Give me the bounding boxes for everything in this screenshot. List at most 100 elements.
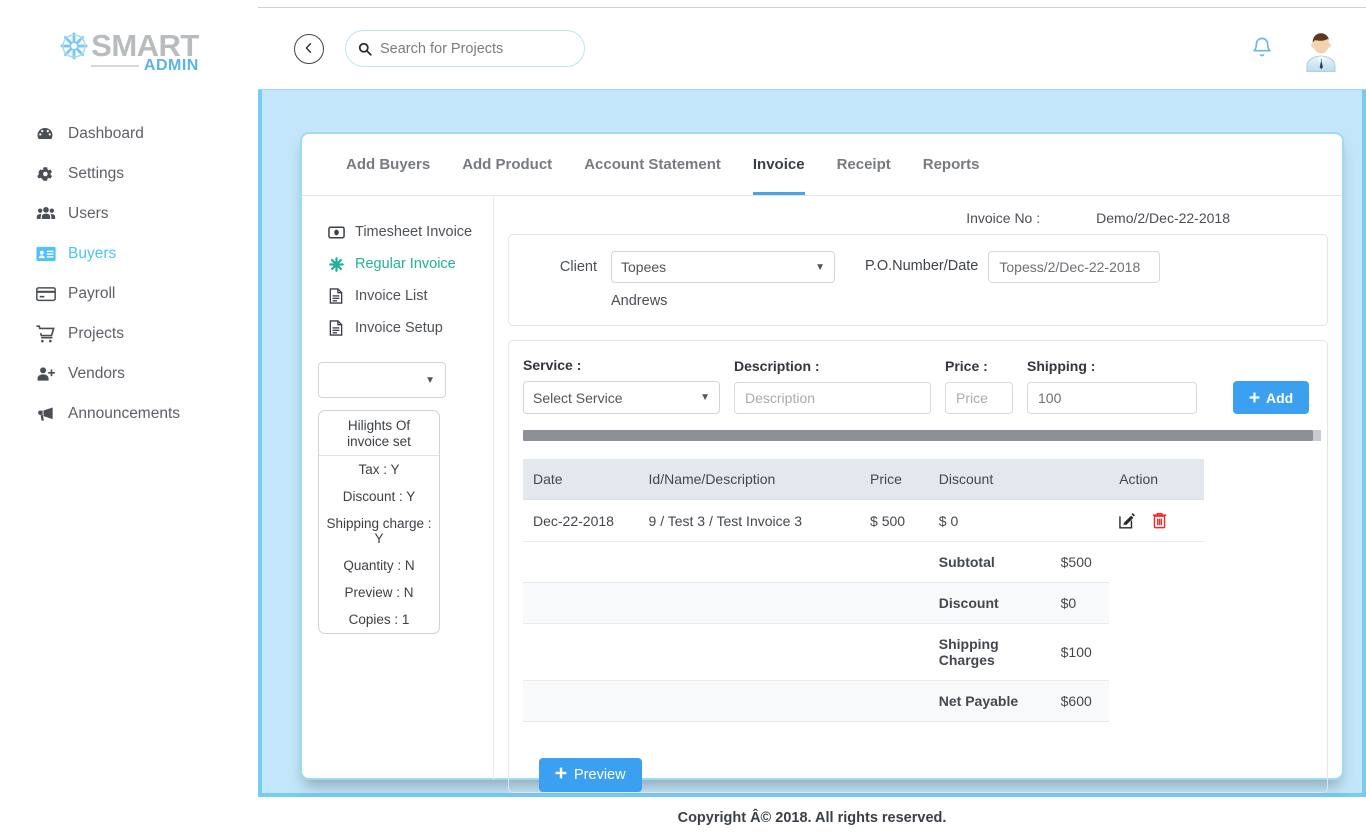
topbar	[258, 7, 1366, 90]
copyright-text: Copyright Â© 2018. All rights reserved.	[677, 809, 947, 826]
price-input[interactable]	[945, 382, 1013, 414]
sidebar-item-label: Users	[68, 205, 109, 222]
cell-date: Dec-22-2018	[523, 499, 639, 542]
search-box[interactable]	[345, 30, 585, 67]
trash-icon[interactable]	[1152, 512, 1167, 529]
sidebar-item-dashboard[interactable]: Dashboard	[0, 114, 258, 154]
sidebar-item-label: Vendors	[68, 365, 125, 382]
discount-label: Discount	[928, 582, 1051, 624]
column-spacer	[1050, 459, 1110, 500]
sidebar-item-label: Announcements	[68, 405, 181, 422]
inner-nav-label: Invoice Setup	[355, 320, 443, 336]
tab-add-product[interactable]: Add Product	[462, 156, 552, 195]
search-input[interactable]	[378, 39, 572, 58]
user-plus-icon	[36, 365, 62, 383]
sidebar-item-label: Buyers	[68, 245, 117, 262]
plus-icon	[1249, 390, 1260, 406]
empty-cell	[860, 623, 929, 681]
sidebar-nav: Dashboard Settings Users Buyers Payroll …	[0, 114, 258, 434]
preview-button[interactable]: Preview	[539, 758, 642, 792]
users-icon	[36, 205, 62, 223]
sidebar-item-label: Dashboard	[68, 125, 144, 142]
invoice-items-table: Date Id/Name/Description Price Discount …	[523, 459, 1204, 722]
preview-button-label: Preview	[574, 767, 626, 783]
sidebar-item-users[interactable]: Users	[0, 194, 258, 234]
empty-cell	[638, 582, 861, 624]
sidebar-item-announcements[interactable]: Announcements	[0, 394, 258, 434]
sidebar-item-label: Payroll	[68, 285, 116, 302]
sidebar-item-payroll[interactable]: Payroll	[0, 274, 258, 314]
invoice-highlights-box: Hilights Of invoice set Tax : Y Discount…	[318, 410, 440, 635]
subtotal-label: Subtotal	[928, 541, 1051, 583]
shipping-label: Shipping :	[1027, 358, 1096, 374]
tab-reports[interactable]: Reports	[923, 156, 980, 195]
column-date: Date	[523, 459, 639, 500]
column-price: Price	[860, 459, 929, 500]
tab-invoice[interactable]: Invoice	[752, 156, 805, 195]
description-label: Description :	[734, 358, 820, 374]
tab-account-statement[interactable]: Account Statement	[584, 156, 721, 195]
inner-nav-regular-invoice[interactable]: Regular Invoice	[314, 248, 493, 280]
highlight-quantity: Quantity : N	[343, 558, 415, 574]
shipping-charges-label: Shipping Charges	[928, 623, 1051, 681]
inner-nav-label: Invoice List	[355, 288, 428, 304]
shipping-charges-value: $100	[1050, 623, 1110, 681]
invoice-set-select[interactable]: ▼	[318, 362, 446, 398]
empty-cell	[638, 541, 861, 583]
empty-cell	[1109, 680, 1204, 722]
horizontal-scrollbar[interactable]	[523, 430, 1321, 441]
client-select[interactable]: Topees ▼	[611, 251, 835, 283]
inner-nav-invoice-setup[interactable]: Invoice Setup	[314, 312, 493, 344]
tab-add-buyers[interactable]: Add Buyers	[346, 156, 430, 195]
tab-receipt[interactable]: Receipt	[837, 156, 891, 195]
add-button[interactable]: Add	[1233, 381, 1310, 414]
invoice-highlights-title: Hilights Of invoice set	[319, 411, 439, 457]
sidebar-collapse-button[interactable]	[294, 33, 324, 64]
bell-icon[interactable]	[1250, 36, 1274, 62]
file-text-icon	[326, 288, 346, 304]
edit-pencil-icon[interactable]	[1119, 512, 1136, 529]
caret-down-icon: ▼	[425, 374, 435, 386]
shipping-input[interactable]	[1027, 382, 1197, 414]
cell-price: $ 500	[860, 499, 929, 542]
sidebar: SMART ADMIN Dashboard Settings Users Buy…	[0, 0, 258, 838]
topbar-actions	[1250, 26, 1344, 72]
brand-logo[interactable]: SMART ADMIN	[0, 0, 258, 92]
sidebar-item-label: Settings	[68, 165, 125, 182]
po-number-label: P.O.Number/Date	[865, 258, 979, 274]
empty-cell	[1109, 624, 1204, 681]
totals-row-shipping: Shipping Charges $100	[523, 623, 1204, 681]
price-field: Price :	[945, 358, 1013, 414]
dashboard-icon	[36, 125, 62, 143]
client-block: Client Topees ▼ Andrews P.O.Number/Date	[508, 234, 1328, 326]
empty-cell	[860, 582, 929, 624]
caret-down-icon: ▼	[815, 261, 825, 273]
service-select[interactable]: Select Service ▼	[523, 381, 720, 414]
sidebar-item-projects[interactable]: Projects	[0, 314, 258, 354]
sidebar-item-vendors[interactable]: Vendors	[0, 354, 258, 394]
description-input[interactable]	[734, 382, 931, 414]
sidebar-item-settings[interactable]: Settings	[0, 154, 258, 194]
panel-body: Timesheet Invoice Regular Invoice Invoic…	[302, 196, 1342, 793]
client-select-value: Topees	[621, 259, 667, 275]
highlight-tax: Tax : Y	[358, 462, 400, 478]
service-label: Service :	[523, 357, 582, 373]
empty-cell	[523, 623, 639, 681]
discount-value: $0	[1050, 582, 1110, 624]
service-select-value: Select Service	[533, 389, 623, 406]
totals-row-discount: Discount $0	[523, 582, 1204, 624]
price-label: Price :	[945, 358, 988, 374]
po-number-input[interactable]	[988, 251, 1161, 283]
avatar[interactable]	[1298, 26, 1344, 72]
invoice-panel: Add Buyers Add Product Account Statement…	[300, 132, 1344, 793]
credit-card-icon	[36, 286, 62, 302]
id-card-icon	[36, 246, 62, 262]
highlight-discount: Discount : Y	[342, 489, 416, 505]
plus-icon	[555, 767, 567, 783]
invoice-number-row: Invoice No : Demo/2/Dec-22-2018	[508, 210, 1328, 226]
inner-nav-timesheet-invoice[interactable]: Timesheet Invoice	[314, 216, 493, 248]
gear-icon	[36, 165, 62, 183]
table-row[interactable]: Dec-22-2018 9 / Test 3 / Test Invoice 3 …	[523, 499, 1204, 542]
sidebar-item-buyers[interactable]: Buyers	[0, 234, 258, 274]
inner-nav-invoice-list[interactable]: Invoice List	[314, 280, 493, 312]
